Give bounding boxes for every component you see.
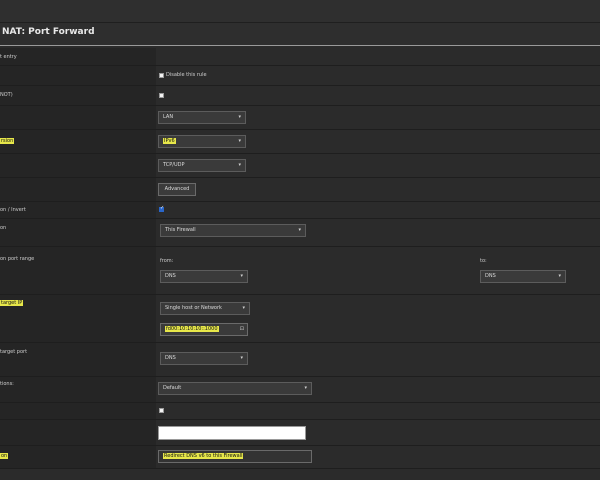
row-version: rsion IPv6 ▾ [0, 130, 600, 154]
row-value: Advanced [156, 178, 600, 201]
row-interface: LAN ▾ [0, 106, 600, 130]
pool-options-select[interactable]: Default ▾ [158, 382, 312, 395]
row-label [0, 403, 156, 419]
row-label: on / Invert [0, 202, 156, 218]
row-description: on Redirect DNS v6 to this Firewall [0, 446, 600, 469]
row-value: TCP/UDP ▾ [156, 154, 600, 177]
row-edit-entry: t entry [0, 48, 600, 66]
title-divider [0, 45, 600, 46]
protocol-select[interactable]: TCP/UDP ▾ [158, 159, 246, 172]
top-bar [0, 0, 600, 23]
target-ip-input[interactable]: fd00:10:10:10::1000 ⊡ [160, 323, 248, 336]
row-value: LAN ▾ [156, 106, 600, 129]
advanced-button[interactable]: Advanced [158, 183, 196, 196]
chevron-down-icon: ▾ [238, 114, 241, 120]
row-label [0, 420, 156, 445]
port-to-select[interactable]: DNS ▾ [480, 270, 566, 283]
row-value: from: to: DNS ▾ DNS ▾ [156, 247, 600, 294]
port-from-select[interactable]: DNS ▾ [160, 270, 248, 283]
row-label [0, 154, 156, 177]
destination-value: This Firewall [165, 227, 196, 233]
to-label: to: [480, 258, 487, 264]
pool-options-value: Default [163, 385, 182, 391]
row-value: Single host or Network ▾ fd00:10:10:10::… [156, 295, 600, 342]
row-label: target port [0, 343, 156, 376]
row-redirect-target-ip: target IP Single host or Network ▾ fd00:… [0, 295, 600, 343]
chevron-down-icon: ▾ [298, 227, 301, 233]
from-label: from: [160, 258, 174, 264]
destination-select[interactable]: This Firewall ▾ [160, 224, 306, 237]
row-label: t entry [0, 48, 156, 65]
row-value: IPv6 ▾ [156, 130, 600, 153]
protocol-value: TCP/UDP [163, 162, 185, 168]
chevron-down-icon: ▾ [242, 305, 245, 311]
row-value: Default ▾ [156, 377, 600, 402]
log-checkbox[interactable] [159, 408, 164, 413]
chevron-down-icon: ▾ [238, 162, 241, 168]
row-label: rsion [0, 130, 156, 153]
row-category [0, 420, 600, 446]
port-from-value: DNS [165, 273, 176, 279]
row-value: DNS ▾ [156, 343, 600, 376]
row-label: on [0, 219, 156, 246]
row-value [156, 86, 600, 105]
disable-rule-label: Disable this rule [166, 72, 207, 78]
row-pool-options: tions: Default ▾ [0, 377, 600, 403]
row-value [156, 420, 600, 445]
row-value: Disable this rule [156, 66, 600, 85]
target-port-select[interactable]: DNS ▾ [160, 352, 248, 365]
clear-icon[interactable]: ⊡ [240, 324, 244, 335]
interface-select[interactable]: LAN ▾ [158, 111, 246, 124]
interface-value: LAN [163, 114, 174, 120]
row-value: This Firewall ▾ [156, 219, 600, 246]
description-input[interactable]: Redirect DNS v6 to this Firewall [158, 450, 312, 463]
chevron-down-icon: ▾ [238, 138, 241, 144]
row-dest-port-range: on port range from: to: DNS ▾ DNS ▾ [0, 247, 600, 295]
row-dest-invert: on / Invert [0, 202, 600, 219]
row-value [156, 48, 600, 65]
row-label: NOT) [0, 86, 156, 105]
row-destination: on This Firewall ▾ [0, 219, 600, 247]
row-value: Redirect DNS v6 to this Firewall [156, 446, 600, 468]
row-value [156, 403, 600, 419]
row-log [0, 403, 600, 420]
row-label: on [0, 446, 156, 468]
row-no-rdr: NOT) [0, 86, 600, 106]
dest-invert-checkbox[interactable] [159, 205, 164, 212]
target-port-value: DNS [165, 355, 176, 361]
row-label: target IP [0, 295, 156, 342]
row-source: Advanced [0, 178, 600, 202]
version-select[interactable]: IPv6 ▾ [158, 135, 246, 148]
category-input[interactable] [158, 426, 306, 440]
disable-rule-checkbox[interactable] [159, 73, 164, 78]
target-ip-value: fd00:10:10:10::1000 [165, 326, 219, 332]
row-label [0, 106, 156, 129]
row-label [0, 178, 156, 201]
target-type-value: Single host or Network [165, 305, 222, 311]
target-type-select[interactable]: Single host or Network ▾ [160, 302, 250, 315]
row-disabled: Disable this rule [0, 66, 600, 86]
row-protocol: TCP/UDP ▾ [0, 154, 600, 178]
no-rdr-checkbox[interactable] [159, 93, 164, 98]
chevron-down-icon: ▾ [240, 273, 243, 279]
chevron-down-icon: ▾ [240, 355, 243, 361]
port-to-value: DNS [485, 273, 496, 279]
chevron-down-icon: ▾ [558, 273, 561, 279]
row-label: tions: [0, 377, 156, 402]
description-value: Redirect DNS v6 to this Firewall [163, 453, 244, 459]
row-value [156, 202, 600, 218]
page-title: NAT: Port Forward [0, 23, 600, 45]
row-label: on port range [0, 247, 156, 294]
version-value: IPv6 [163, 138, 176, 144]
row-label [0, 66, 156, 85]
chevron-down-icon: ▾ [304, 385, 307, 391]
row-redirect-target-port: target port DNS ▾ [0, 343, 600, 377]
